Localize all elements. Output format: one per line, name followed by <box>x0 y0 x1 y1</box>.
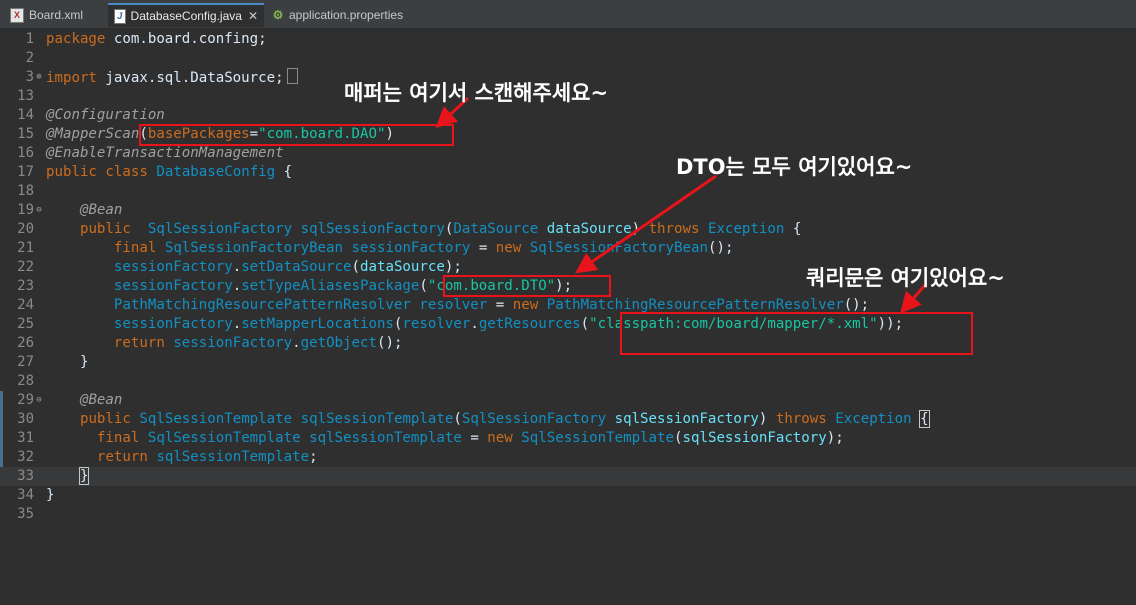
mapper-annotation-note: 매퍼는 여기서 스캔해주세요~ <box>344 81 609 105</box>
code-line: 35 <box>0 505 1136 524</box>
line-number: 29 <box>17 392 34 408</box>
tab-databaseconfig-java[interactable]: J DatabaseConfig.java ✕ <box>108 3 264 27</box>
current-code-line: 33 } <box>0 467 1136 486</box>
line-number: 25 <box>17 316 34 332</box>
code-text: @Bean <box>79 202 123 218</box>
editor-tab-bar: X Board.xml J DatabaseConfig.java ✕ ⚙ ap… <box>0 0 1136 29</box>
query-annotation-note: 쿼리문은 여기있어요~ <box>806 266 1005 290</box>
line-number: 33 <box>17 468 34 484</box>
line-number: 32 <box>17 449 34 465</box>
mapper-scan-highlight-box <box>139 124 454 146</box>
code-text: return sessionFactory.getObject(); <box>113 335 403 351</box>
expand-fold-icon[interactable]: ⊕ <box>34 68 44 87</box>
code-text: final SqlSessionTemplate sqlSessionTempl… <box>96 430 844 446</box>
line-number: 26 <box>17 335 34 351</box>
code-line: 14 @Configuration <box>0 106 1136 125</box>
properties-file-icon: ⚙ <box>272 7 284 22</box>
code-text: public SqlSessionTemplate sqlSessionTemp… <box>79 410 930 428</box>
folded-import-box[interactable] <box>286 68 298 84</box>
collapse-fold-icon[interactable]: ⊖ <box>34 391 44 410</box>
code-line: 1 package com.board.confing; <box>0 30 1136 49</box>
line-number: 3 <box>25 69 34 85</box>
code-text: } <box>46 354 89 370</box>
type-aliases-highlight-box <box>443 275 611 297</box>
code-text: @EnableTransactionManagement <box>46 145 284 161</box>
tab-board-xml[interactable]: X Board.xml <box>4 3 104 27</box>
code-text: } <box>46 487 55 503</box>
line-number: 27 <box>17 354 34 370</box>
line-number: 14 <box>17 107 34 123</box>
line-number: 30 <box>17 411 34 427</box>
line-number: 28 <box>17 373 34 389</box>
line-number: 31 <box>17 430 34 446</box>
line-number: 35 <box>17 506 34 522</box>
code-line: 27 } <box>0 353 1136 372</box>
code-line: 20 public SqlSessionFactory sqlSessionFa… <box>0 220 1136 239</box>
code-line: 2 <box>0 49 1136 68</box>
tab-label: DatabaseConfig.java <box>130 9 242 23</box>
code-line: 18 <box>0 182 1136 201</box>
line-number: 1 <box>25 31 34 47</box>
code-text: final SqlSessionFactoryBean sessionFacto… <box>113 240 734 256</box>
line-number: 18 <box>17 183 34 199</box>
line-number: 2 <box>25 50 34 66</box>
code-text: @Configuration <box>46 107 165 123</box>
code-text: } <box>79 467 90 485</box>
line-number: 16 <box>17 145 34 161</box>
line-number: 22 <box>17 259 34 275</box>
code-line: 19 ⊖ @Bean <box>0 201 1136 220</box>
line-number: 24 <box>17 297 34 313</box>
code-text: sessionFactory.setDataSource(dataSource)… <box>113 259 462 275</box>
mapper-locations-highlight-box <box>620 312 973 355</box>
tab-label: application.properties <box>289 8 404 22</box>
java-file-icon: J <box>114 8 126 24</box>
code-text: @Bean <box>79 392 123 408</box>
code-line: 30 public SqlSessionTemplate sqlSessionT… <box>0 410 1136 429</box>
line-number: 15 <box>17 126 34 142</box>
code-line: 21 final SqlSessionFactoryBean sessionFa… <box>0 239 1136 258</box>
line-number: 34 <box>17 487 34 503</box>
code-text: return sqlSessionTemplate; <box>96 449 318 465</box>
line-number: 21 <box>17 240 34 256</box>
code-text: import javax.sql.DataSource; <box>46 68 298 88</box>
tab-label: Board.xml <box>29 8 84 22</box>
code-line: 32 return sqlSessionTemplate; <box>0 448 1136 467</box>
code-text: public SqlSessionFactory sqlSessionFacto… <box>79 221 802 237</box>
line-number: 19 <box>17 202 34 218</box>
dto-annotation-note: DTO는 모두 여기있어요~ <box>676 155 913 179</box>
code-text: package com.board.confing; <box>46 31 267 47</box>
close-icon[interactable]: ✕ <box>248 9 258 23</box>
code-line: 34 } <box>0 486 1136 505</box>
line-number: 17 <box>17 164 34 180</box>
text-cursor <box>88 467 90 482</box>
code-line: 17 public class DatabaseConfig { <box>0 163 1136 182</box>
code-line: 28 <box>0 372 1136 391</box>
code-text: public class DatabaseConfig { <box>46 164 293 180</box>
line-number: 13 <box>17 88 34 104</box>
tab-application-properties[interactable]: ⚙ application.properties <box>266 3 416 27</box>
line-number: 23 <box>17 278 34 294</box>
code-line: 29 ⊖ @Bean <box>0 391 1136 410</box>
code-line: 16 @EnableTransactionManagement <box>0 144 1136 163</box>
code-line: 31 final SqlSessionTemplate sqlSessionTe… <box>0 429 1136 448</box>
xml-file-icon: X <box>10 7 24 23</box>
line-number: 20 <box>17 221 34 237</box>
collapse-fold-icon[interactable]: ⊖ <box>34 201 44 220</box>
